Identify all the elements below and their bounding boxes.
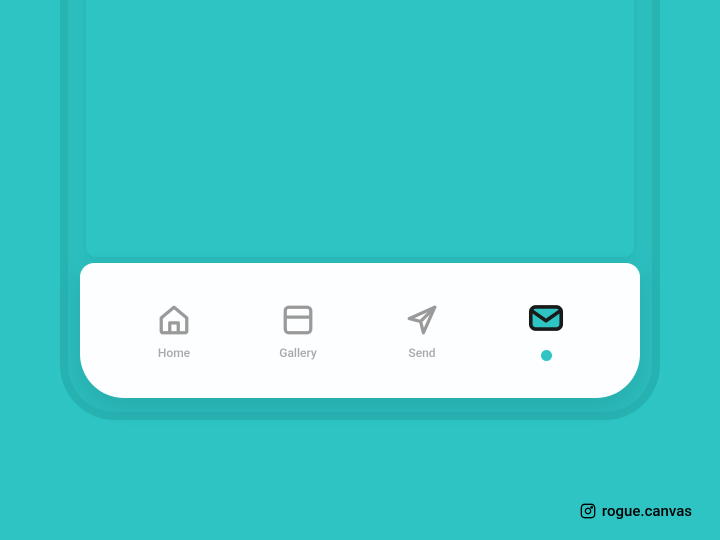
instagram-icon — [580, 503, 596, 519]
nav-item-home[interactable]: Home — [144, 302, 204, 360]
device-frame: Home Gallery Send — [60, 0, 660, 420]
nav-item-gallery[interactable]: Gallery — [268, 302, 328, 360]
send-icon — [404, 302, 440, 338]
bottom-nav-bar: Home Gallery Send — [80, 263, 640, 398]
credit-attribution: rogue.canvas — [580, 502, 692, 520]
active-indicator-dot — [541, 350, 552, 361]
mail-icon — [528, 300, 564, 336]
gallery-icon — [280, 302, 316, 338]
nav-label-send: Send — [408, 346, 435, 360]
nav-label-gallery: Gallery — [279, 346, 316, 360]
nav-label-home: Home — [158, 346, 190, 360]
home-icon — [156, 302, 192, 338]
credit-handle: rogue.canvas — [602, 502, 692, 520]
nav-item-send[interactable]: Send — [392, 302, 452, 360]
nav-item-mail[interactable] — [516, 300, 576, 361]
screen-content-area — [86, 0, 634, 257]
